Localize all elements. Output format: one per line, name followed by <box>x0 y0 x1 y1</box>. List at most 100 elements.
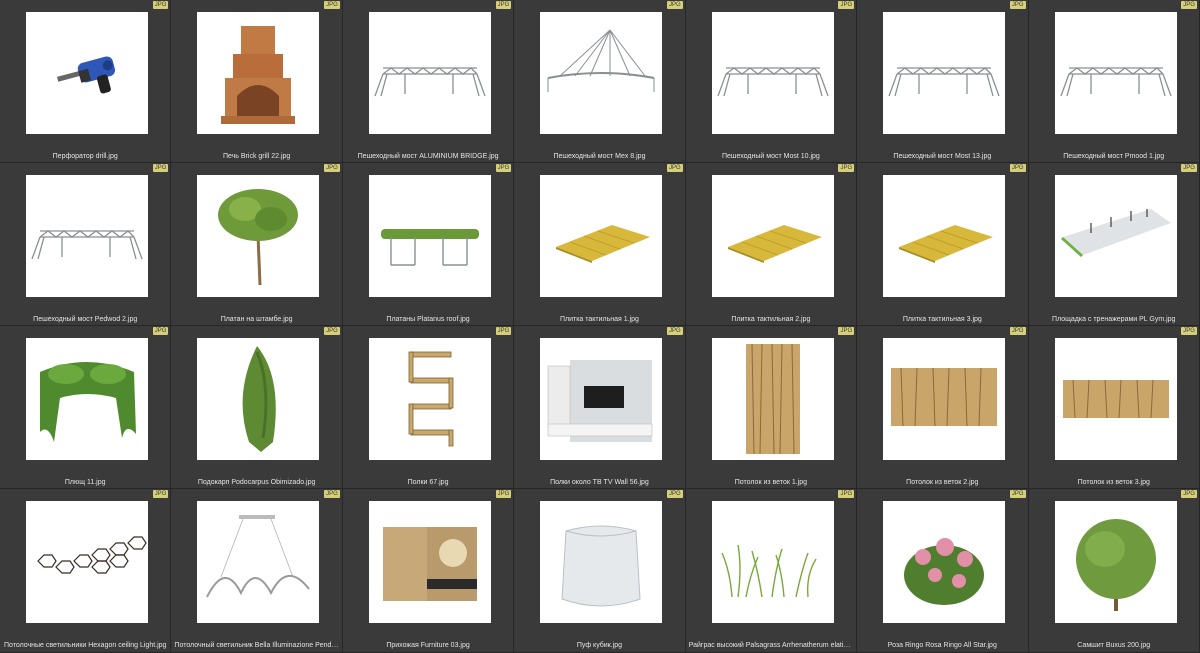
file-thumbnail[interactable]: JPG Потолок из веток 1.jpg <box>685 326 858 489</box>
tv-wall-icon[interactable] <box>540 338 663 460</box>
file-name-label: Пешеходный мост Mex 8.jpg <box>553 153 646 160</box>
file-thumbnail[interactable]: JPG Пешеходный мост Pedwod 2.jpg <box>0 163 172 326</box>
file-thumbnail[interactable]: JPG Подокарп Podocarpus Obimizado.jpg <box>171 326 343 489</box>
gym-platform-icon[interactable] <box>1054 175 1177 297</box>
file-name-label: Пуф кубик.jpg <box>576 642 623 649</box>
file-thumbnail[interactable]: JPG Райграс высокий Palsagrass Arrhenathe… <box>685 489 858 653</box>
branch-panel-tall-icon[interactable] <box>711 338 834 460</box>
file-thumbnail[interactable]: JPG Потолочный светильник Bella Illuminaz… <box>171 489 343 653</box>
conifer-icon[interactable] <box>197 338 320 460</box>
file-thumbnail[interactable]: JPG Роза Ringo Rosa Ringo All Star.jpg <box>857 489 1029 653</box>
file-type-badge: JPG <box>838 327 855 335</box>
tile-icon[interactable] <box>883 175 1006 297</box>
file-name-label: Прихожая Furniture 03.jpg <box>386 642 470 649</box>
file-type-badge: JPG <box>152 490 169 498</box>
tile-icon[interactable] <box>540 175 663 297</box>
hallway-furniture-icon[interactable] <box>368 501 491 623</box>
file-thumbnail[interactable]: JPG Полки около ТВ TV Wall 56.jpg <box>514 326 686 489</box>
file-thumbnail[interactable]: JPG Пешеходный мост Most 10.jpg <box>685 0 858 163</box>
file-thumbnail-grid: JPG Перфоратор drill.jpg JPG Печь Brick gr… <box>0 0 1200 653</box>
file-thumbnail[interactable]: JPG Плитка тактильная 3.jpg <box>857 163 1029 326</box>
file-thumbnail[interactable]: JPG Плитка тактильная 1.jpg <box>514 163 686 326</box>
file-type-badge: JPG <box>324 490 340 498</box>
grass-icon[interactable] <box>711 501 834 623</box>
file-type-badge: JPG <box>1009 1 1026 9</box>
file-thumbnail[interactable]: JPG Самшит Buxus 200.jpg <box>1028 489 1200 653</box>
file-thumbnail[interactable]: JPG Платан на штамбе.jpg <box>171 163 343 326</box>
bridge-icon[interactable] <box>368 12 491 134</box>
shelves-icon[interactable] <box>368 338 491 460</box>
file-type-badge: JPG <box>1181 327 1197 335</box>
file-thumbnail[interactable]: JPG Прихожая Furniture 03.jpg <box>342 489 515 653</box>
file-thumbnail[interactable]: JPG Площадка с тренажерами PL Gym.jpg <box>1028 163 1200 326</box>
file-name-label: Пешеходный мост Most 13.jpg <box>893 153 992 160</box>
file-type-badge: JPG <box>838 164 855 172</box>
file-name-label: Пешеходный мост Most 10.jpg <box>721 153 820 160</box>
file-thumbnail[interactable]: JPG Платаны Platanus roof.jpg <box>342 163 515 326</box>
file-thumbnail[interactable]: JPG Потолочные светильники Hexagon ceilin… <box>0 489 172 653</box>
file-type-badge: JPG <box>1181 164 1197 172</box>
file-type-badge: JPG <box>152 164 169 172</box>
bridge-icon[interactable] <box>26 175 148 297</box>
drill-icon[interactable] <box>26 12 148 134</box>
file-type-badge: JPG <box>324 1 340 9</box>
file-thumbnail[interactable]: JPG Пешеходный мост Pmood 1.jpg <box>1028 0 1200 163</box>
pouf-icon[interactable] <box>540 501 663 623</box>
file-type-badge: JPG <box>838 1 855 9</box>
file-thumbnail[interactable]: JPG Полки 67.jpg <box>342 326 515 489</box>
file-type-badge: JPG <box>495 164 512 172</box>
file-name-label: Роза Ringo Rosa Ringo All Star.jpg <box>887 642 997 649</box>
file-name-label: Самшит Buxus 200.jpg <box>1077 642 1151 649</box>
file-name-label: Печь Brick grill 22.jpg <box>222 153 291 160</box>
buxus-tree-icon[interactable] <box>1054 501 1177 623</box>
file-type-badge: JPG <box>1181 1 1197 9</box>
file-thumbnail[interactable]: JPG Плитка тактильная 2.jpg <box>685 163 858 326</box>
file-name-label: Потолочный светильник Bella Illuminazion… <box>174 642 342 649</box>
pendant-light-icon[interactable] <box>197 501 320 623</box>
file-type-badge: JPG <box>495 327 512 335</box>
brick-oven-icon[interactable] <box>197 12 320 134</box>
branch-panel-wide-icon[interactable] <box>883 338 1006 460</box>
file-thumbnail[interactable]: JPG Пешеходный мост Mex 8.jpg <box>514 0 686 163</box>
file-name-label: Райграс высокий Palsagrass Arrhenatherum… <box>688 642 857 649</box>
file-thumbnail[interactable]: JPG Печь Brick grill 22.jpg <box>171 0 343 163</box>
rose-bush-icon[interactable] <box>883 501 1006 623</box>
file-thumbnail[interactable]: JPG Потолок из веток 2.jpg <box>857 326 1029 489</box>
file-name-label: Полки 67.jpg <box>407 479 449 486</box>
branch-panel-thin-icon[interactable] <box>1054 338 1177 460</box>
file-type-badge: JPG <box>1181 490 1197 498</box>
file-name-label: Плющ 11.jpg <box>64 479 106 486</box>
bridge-icon[interactable] <box>883 12 1006 134</box>
bridge-icon[interactable] <box>711 12 834 134</box>
file-type-badge: JPG <box>667 327 683 335</box>
bridge-icon[interactable] <box>1054 12 1177 134</box>
file-name-label: Плитка тактильная 1.jpg <box>559 316 639 323</box>
file-name-label: Пешеходный мост ALUMINIUM BRIDGE.jpg <box>357 153 499 160</box>
file-type-badge: JPG <box>324 164 340 172</box>
file-thumbnail[interactable]: JPG Пешеходный мост ALUMINIUM BRIDGE.jpg <box>342 0 515 163</box>
file-thumbnail[interactable]: JPG Пешеходный мост Most 13.jpg <box>857 0 1029 163</box>
file-name-label: Плитка тактильная 2.jpg <box>731 316 811 323</box>
file-type-badge: JPG <box>324 327 340 335</box>
file-type-badge: JPG <box>1009 327 1026 335</box>
standard-tree-icon[interactable] <box>197 175 320 297</box>
tree-roof-icon[interactable] <box>368 175 491 297</box>
file-type-badge: JPG <box>838 490 855 498</box>
file-type-badge: JPG <box>667 164 683 172</box>
file-type-badge: JPG <box>152 1 169 9</box>
cable-bridge-icon[interactable] <box>540 12 663 134</box>
hexagon-light-icon[interactable] <box>26 501 148 623</box>
file-name-label: Подокарп Podocarpus Obimizado.jpg <box>197 479 316 486</box>
file-name-label: Площадка с тренажерами PL Gym.jpg <box>1052 316 1176 323</box>
file-type-badge: JPG <box>667 1 683 9</box>
file-name-label: Плитка тактильная 3.jpg <box>902 316 982 323</box>
file-name-label: Потолок из веток 2.jpg <box>906 479 979 486</box>
file-thumbnail[interactable]: JPG Потолок из веток 3.jpg <box>1028 326 1200 489</box>
tile-icon[interactable] <box>711 175 834 297</box>
file-name-label: Пешеходный мост Pmood 1.jpg <box>1063 153 1165 160</box>
file-thumbnail[interactable]: JPG Перфоратор drill.jpg <box>0 0 172 163</box>
ivy-icon[interactable] <box>26 338 148 460</box>
file-thumbnail[interactable]: JPG Пуф кубик.jpg <box>514 489 686 653</box>
file-thumbnail[interactable]: JPG Плющ 11.jpg <box>0 326 172 489</box>
file-type-badge: JPG <box>152 327 169 335</box>
